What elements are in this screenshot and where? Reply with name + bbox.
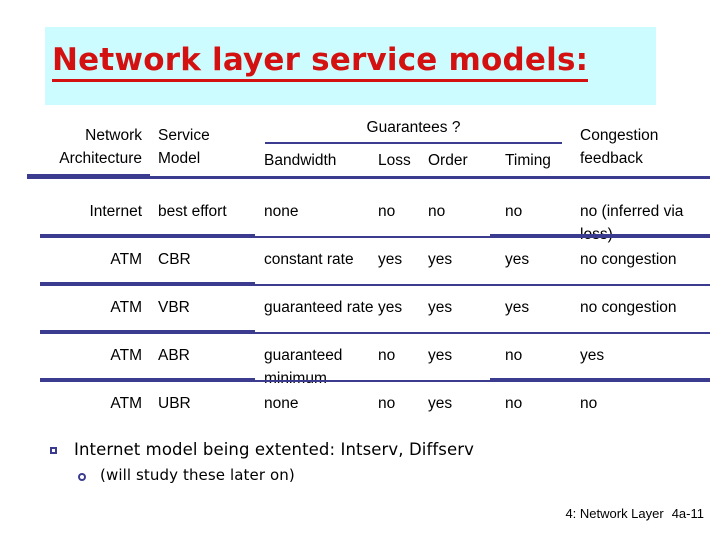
header-loss: Loss: [378, 152, 411, 169]
row-4-bandwidth: guaranteed minimum: [264, 347, 343, 387]
circle-bullet-icon: [78, 473, 86, 481]
row-2-model: CBR: [158, 251, 191, 268]
row-1-architecture: Internet: [89, 203, 142, 220]
row-4-architecture: ATM: [110, 347, 142, 364]
header-bandwidth: Bandwidth: [264, 152, 337, 169]
guarantees-group-underline: [265, 142, 562, 144]
page-title: Network layer service models:: [52, 44, 589, 82]
row-3-architecture: ATM: [110, 299, 142, 316]
header-architecture-line1: Network: [85, 127, 142, 144]
row-4-loss: no: [378, 347, 396, 364]
row-4-order: yes: [428, 347, 453, 364]
row-5-model: UBR: [158, 395, 191, 412]
row-4-timing: no: [505, 347, 523, 364]
row-separator-4-thick-right: [490, 378, 710, 382]
row-2-loss: yes: [378, 251, 403, 268]
row-1-bandwidth: none: [264, 203, 299, 220]
header-architecture-line2: Architecture: [59, 150, 142, 167]
row-5-order: yes: [428, 395, 453, 412]
row-5-timing: no: [505, 395, 523, 412]
row-4-model: ABR: [158, 347, 190, 364]
bullet-level2-text: (will study these later on): [100, 466, 295, 484]
row-separator-1-thick-right: [490, 234, 710, 238]
footer-chapter: 4: Network Layer: [565, 506, 664, 521]
header-order: Order: [428, 152, 468, 169]
square-bullet-icon: [50, 447, 57, 454]
row-1-loss: no: [378, 203, 396, 220]
row-3-bandwidth: guaranteed rate: [264, 299, 374, 316]
footer-page-number: 4a-11: [671, 506, 704, 521]
row-2-timing: yes: [505, 251, 530, 268]
header-congestion-line1: Congestion: [580, 127, 659, 144]
header-guarantees-group: Guarantees ?: [366, 119, 461, 136]
header-timing: Timing: [505, 152, 551, 169]
bullet-item-level2: (will study these later on): [78, 466, 295, 485]
row-3-timing: yes: [505, 299, 530, 316]
row-5-architecture: ATM: [110, 395, 142, 412]
row-1-order: no: [428, 203, 446, 220]
row-5-loss: no: [378, 395, 396, 412]
row-3-model: VBR: [158, 299, 190, 316]
row-2-architecture: ATM: [110, 251, 142, 268]
bullet-level1-text: Internet model being extented: Intserv, …: [74, 440, 474, 459]
row-1-model: best effort: [158, 203, 227, 220]
row-separator-3-thick-left: [40, 330, 255, 334]
row-3-loss: yes: [378, 299, 403, 316]
row-3-congestion: no congestion: [580, 299, 677, 316]
row-3-order: yes: [428, 299, 453, 316]
row-1-timing: no: [505, 203, 523, 220]
row-separator-2-thick-left: [40, 282, 255, 286]
slide-canvas: Network layer service models: Network Ar…: [0, 0, 720, 540]
row-2-congestion: no congestion: [580, 251, 677, 268]
row-2-order: yes: [428, 251, 453, 268]
row-separator-1-thick-left: [40, 234, 255, 238]
row-4-congestion: yes: [580, 347, 605, 364]
header-service-line1: Service: [158, 127, 210, 144]
footer: 4: Network Layer 4a-11: [565, 506, 704, 521]
row-2-bandwidth: constant rate: [264, 251, 354, 268]
row-separator-4-thick-left: [40, 378, 255, 382]
header-congestion-line2: feedback: [580, 150, 643, 167]
row-5-congestion: no: [580, 395, 598, 412]
row-1-congestion: no (inferred via loss): [580, 203, 684, 243]
row-5-bandwidth: none: [264, 395, 299, 412]
header-separator-rule-thick: [27, 174, 150, 179]
header-service-line2: Model: [158, 150, 201, 167]
bullet-item-level1: Internet model being extented: Intserv, …: [50, 440, 474, 460]
